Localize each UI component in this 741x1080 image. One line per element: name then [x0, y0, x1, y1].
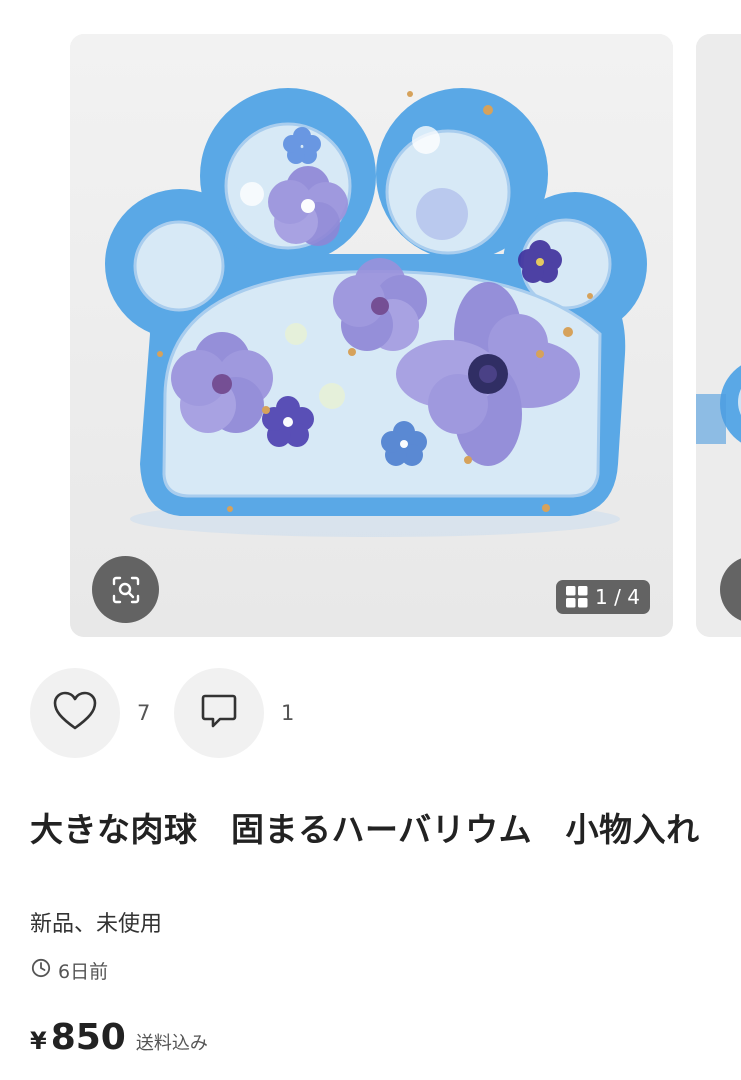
clock-icon: [31, 958, 51, 983]
image-counter-text: 1 / 4: [595, 585, 640, 609]
comment-icon: [200, 692, 238, 734]
shipping-note: 送料込み: [135, 1033, 208, 1054]
zoom-button[interactable]: [92, 556, 159, 623]
posted-time: 6日前: [31, 957, 108, 984]
price-currency: ¥: [30, 1027, 47, 1055]
posted-time-text: 6日前: [58, 961, 109, 983]
photo-carousel[interactable]: 1 / 4: [0, 0, 741, 640]
comment-count: 1: [281, 701, 295, 725]
comment-button[interactable]: [174, 668, 264, 758]
action-bar: 7 1: [30, 668, 318, 758]
price: ¥ 850 送料込み: [30, 1017, 208, 1058]
next-photo-preview: [696, 34, 741, 637]
zoom-scan-icon: [111, 575, 141, 605]
like-count: 7: [137, 701, 151, 725]
grid-icon: [566, 586, 588, 608]
like-button[interactable]: [30, 668, 120, 758]
item-title: 大きな肉球 固まるハーバリウム 小物入れ: [30, 810, 700, 849]
price-amount: 850: [50, 1017, 126, 1058]
product-photo[interactable]: 1 / 4: [70, 34, 673, 637]
image-counter[interactable]: 1 / 4: [556, 580, 650, 614]
next-product-photo[interactable]: [696, 34, 741, 637]
paw-tray-image: [70, 34, 673, 637]
heart-icon: [52, 690, 98, 736]
item-condition: 新品、未使用: [30, 912, 163, 937]
